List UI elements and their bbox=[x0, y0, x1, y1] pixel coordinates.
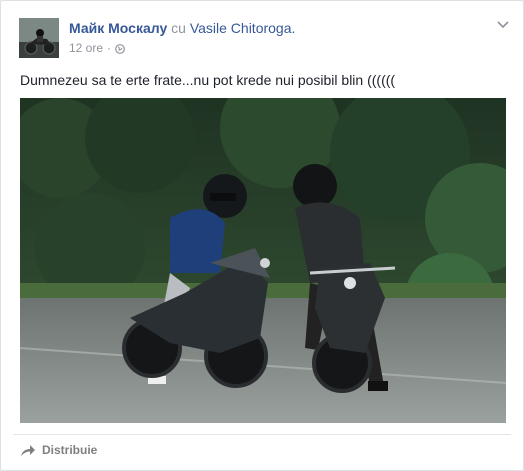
post-photo[interactable] bbox=[20, 98, 506, 423]
globe-icon[interactable] bbox=[115, 43, 125, 54]
chevron-down-icon[interactable] bbox=[497, 21, 509, 29]
share-label: Distribuie bbox=[42, 443, 98, 457]
post-message: Dumnezeu sa te erte frate...nu pot krede… bbox=[20, 72, 396, 88]
author-avatar[interactable] bbox=[19, 18, 59, 58]
with-word: cu bbox=[171, 20, 186, 36]
post-timestamp[interactable]: 12 ore bbox=[69, 41, 103, 55]
post-meta: 12 ore · bbox=[69, 41, 125, 55]
author-name-link[interactable]: Майк Москалу bbox=[69, 20, 167, 36]
actions-divider bbox=[13, 434, 511, 435]
share-button[interactable]: Distribuie bbox=[20, 443, 97, 457]
meta-separator: · bbox=[107, 41, 112, 55]
feed-post-card: Майк Москалу cu Vasile Chitoroga. 12 ore… bbox=[0, 0, 524, 471]
tagged-friend-link[interactable]: Vasile Chitoroga. bbox=[190, 20, 296, 36]
post-header: Майк Москалу cu Vasile Chitoroga. bbox=[69, 20, 295, 36]
share-arrow-icon bbox=[21, 445, 35, 456]
